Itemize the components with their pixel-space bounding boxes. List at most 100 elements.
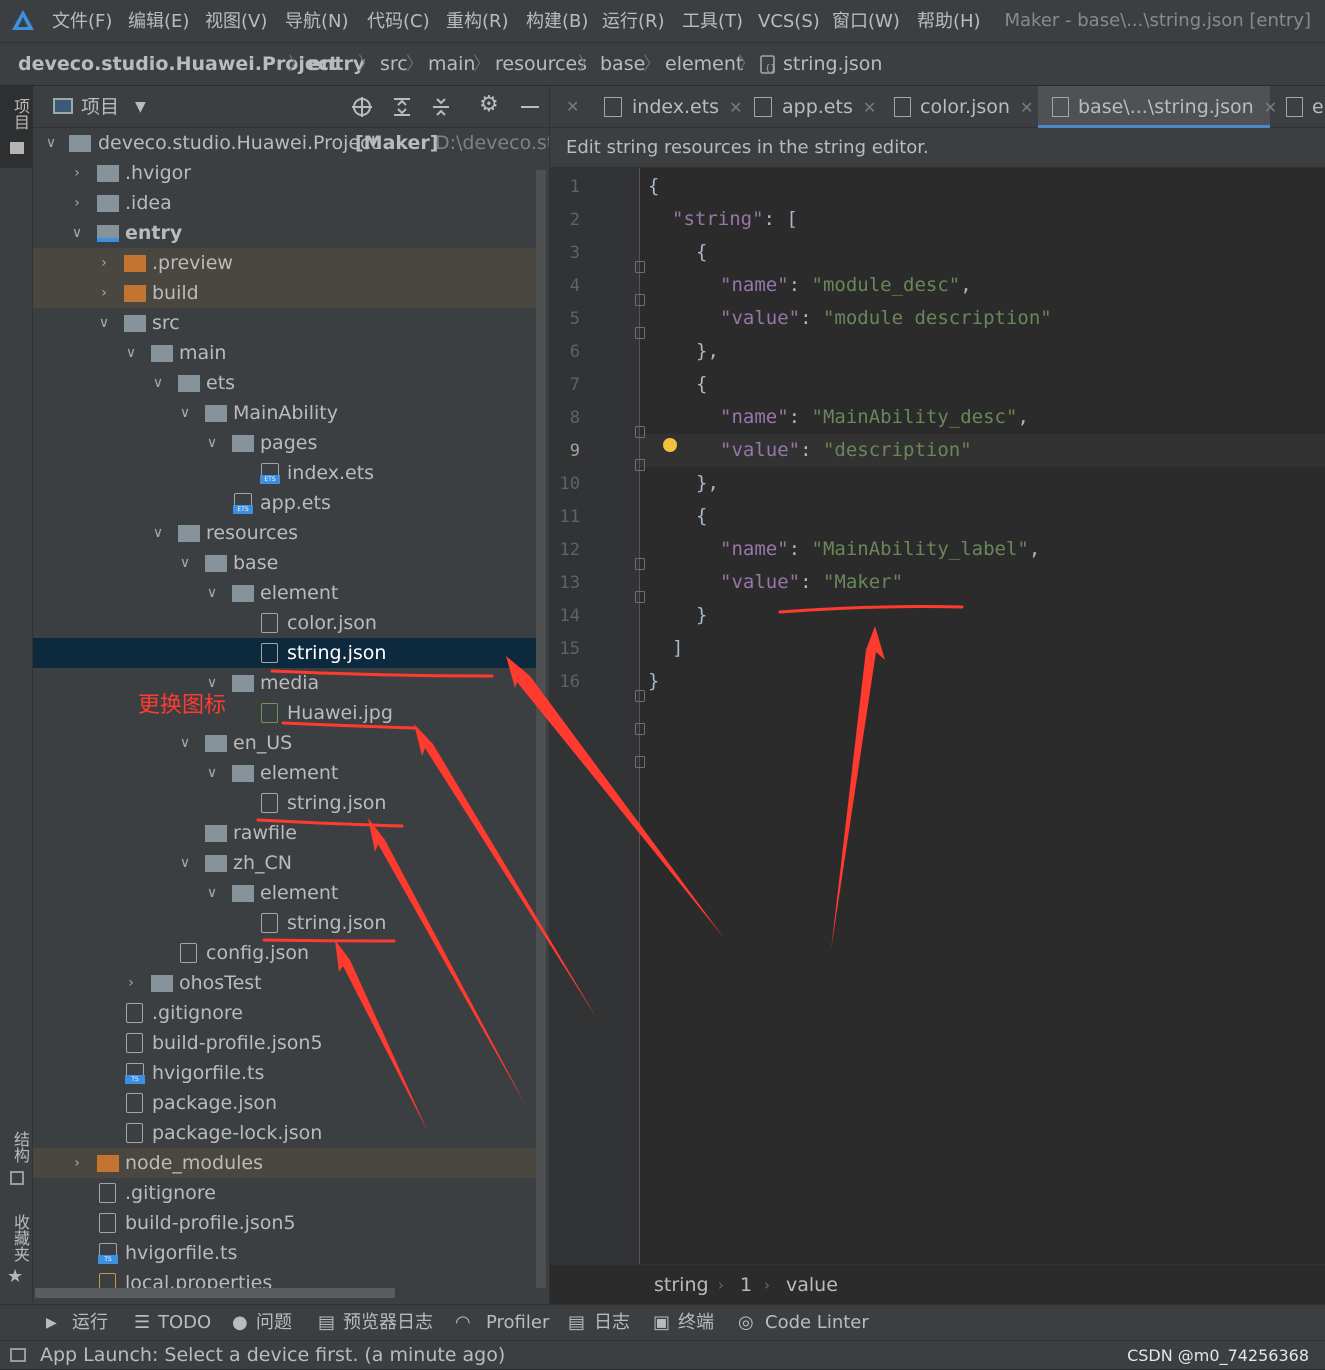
excluded-folder-icon (124, 285, 146, 302)
tab-overflow[interactable]: er (1276, 86, 1325, 128)
menu-vcs[interactable]: VCS(S) (758, 0, 820, 43)
tree-item-entry-package-json[interactable]: package.json (33, 1088, 538, 1118)
menu-help[interactable]: 帮助(H) (917, 0, 981, 43)
close-icon[interactable]: ✕ (566, 86, 579, 128)
crumb-string-json[interactable]: string.json (783, 43, 882, 86)
todo-tool-button[interactable]: TODO (158, 1305, 211, 1341)
menu-run[interactable]: 运行(R) (602, 0, 665, 43)
log-tool-button[interactable]: 日志 (594, 1305, 630, 1341)
tree-item-pages[interactable]: ∨ pages (33, 428, 538, 458)
tree-item-ets[interactable]: ∨ ets (33, 368, 538, 398)
problems-tool-button[interactable]: 问题 (256, 1305, 292, 1341)
close-icon[interactable]: ✕ (729, 98, 742, 117)
annotation-label: 更换图标 (138, 693, 227, 718)
tree-item-build[interactable]: › build (33, 278, 538, 308)
json-file-icon (1286, 97, 1303, 117)
terminal-tool-button[interactable]: 终端 (678, 1305, 714, 1341)
close-icon[interactable]: ✕ (1020, 98, 1033, 117)
project-panel-title[interactable]: 项目 (81, 86, 119, 128)
menu-refactor[interactable]: 重构(R) (446, 0, 509, 43)
menu-file[interactable]: 文件(F) (52, 0, 112, 43)
tab-app-ets[interactable]: app.ets ✕ (742, 86, 876, 128)
tree-item-project-root[interactable]: ∨ deveco.studio.Huawei.Project [Maker] D… (33, 128, 549, 158)
editor-crumb[interactable]: string (654, 1265, 709, 1305)
tree-item-ohostest[interactable]: › ohosTest (33, 968, 538, 998)
tree-item-idea[interactable]: › .idea (33, 188, 538, 218)
tree-item-mainability[interactable]: ∨ MainAbility (33, 398, 538, 428)
tree-item-node-modules[interactable]: › node_modules (33, 1148, 538, 1178)
tree-item-zh-cn-element[interactable]: ∨ element (33, 878, 538, 908)
tree-item-root-hvigorfile[interactable]: TS hvigorfile.ts (33, 1238, 538, 1268)
menu-edit[interactable]: 编辑(E) (128, 0, 189, 43)
editor-crumb[interactable]: 1 (740, 1265, 752, 1305)
tree-item-zh-cn[interactable]: ∨ zh_CN (33, 848, 538, 878)
profiler-tool-button[interactable]: Profiler (486, 1305, 549, 1341)
menu-window[interactable]: 窗口(W) (832, 0, 900, 43)
folder-icon (97, 165, 119, 182)
menu-navigate[interactable]: 导航(N) (285, 0, 349, 43)
crumb-element[interactable]: element (665, 43, 743, 86)
tree-item-entry-hvigorfile[interactable]: TS hvigorfile.ts (33, 1058, 538, 1088)
tree-item-entry-package-lock[interactable]: package-lock.json (33, 1118, 538, 1148)
tree-item-entry[interactable]: ∨ entry (33, 218, 538, 248)
status-message[interactable]: App Launch: Select a device first. (a mi… (40, 1341, 505, 1370)
code-linter-tool-button[interactable]: Code Linter (765, 1305, 869, 1341)
menu-code[interactable]: 代码(C) (367, 0, 430, 43)
previewer-log-tool-button[interactable]: 预览器日志 (343, 1305, 433, 1341)
menu-view[interactable]: 视图(V) (205, 0, 267, 43)
code-line-16: } (648, 670, 660, 692)
tree-item-base[interactable]: ∨ base (33, 548, 538, 578)
tree-item-entry-gitignore[interactable]: .gitignore (33, 998, 538, 1028)
tree-item-main[interactable]: ∨ main (33, 338, 538, 368)
tree-item-rawfile[interactable]: rawfile (33, 818, 538, 848)
tree-item-media[interactable]: ∨ media (33, 668, 538, 698)
crumb-src[interactable]: src (380, 43, 408, 86)
tree-item-root-build-profile[interactable]: build-profile.json5 (33, 1208, 538, 1238)
tree-item-app-ets[interactable]: ETS app.ets (33, 488, 538, 518)
code-text-area[interactable]: { "string": [ { "name": "module_desc", "… (640, 168, 1325, 1264)
tree-item-config-json[interactable]: config.json (33, 938, 538, 968)
tree-item-color-json[interactable]: color.json (33, 608, 538, 638)
structure-tool-label[interactable]: 结构 (8, 1131, 32, 1163)
tree-item-en-us[interactable]: ∨ en_US (33, 728, 538, 758)
tree-item-hvigor[interactable]: › .hvigor (33, 158, 538, 188)
json-file-icon (261, 793, 278, 813)
close-icon[interactable]: ✕ (863, 98, 876, 117)
menu-build[interactable]: 构建(B) (526, 0, 588, 43)
minimize-icon[interactable] (521, 106, 539, 108)
tree-item-string-json-selected[interactable]: string.json (33, 638, 538, 668)
expand-all-icon[interactable] (391, 96, 413, 118)
tree-item-src[interactable]: ∨ src (33, 308, 538, 338)
tree-item-resources[interactable]: ∨ resources (33, 518, 538, 548)
tree-item-zh-cn-string-json[interactable]: string.json (33, 908, 538, 938)
tree-item-en-us-string-json[interactable]: string.json (33, 788, 538, 818)
tree-item-preview[interactable]: › .preview (33, 248, 538, 278)
panel-toggle-icon[interactable] (10, 1348, 26, 1362)
tree-item-entry-build-profile[interactable]: build-profile.json5 (33, 1028, 538, 1058)
crumb-resources[interactable]: resources (495, 43, 587, 86)
tab-base-string-json[interactable]: base\...\string.json ✕ (1038, 86, 1277, 128)
code-line-3: { (696, 241, 708, 263)
tree-item-local-properties[interactable]: local.properties (33, 1268, 538, 1288)
crumb-entry[interactable]: entry (308, 43, 365, 86)
editor-crumb[interactable]: value (786, 1265, 838, 1305)
run-tool-button[interactable]: 运行 (72, 1305, 108, 1341)
project-tool-button[interactable]: 项目 (0, 86, 33, 168)
tree-horizontal-scrollbar[interactable] (35, 1288, 395, 1298)
tree-item-root-gitignore[interactable]: .gitignore (33, 1178, 538, 1208)
tree-item-index-ets[interactable]: ETS index.ets (33, 458, 538, 488)
collapse-all-icon[interactable] (430, 96, 452, 118)
crumb-main[interactable]: main (428, 43, 475, 86)
locate-icon[interactable] (351, 96, 373, 118)
tree-item-en-us-element[interactable]: ∨ element (33, 758, 538, 788)
gear-icon[interactable]: ⚙ (479, 92, 499, 117)
crumb-base[interactable]: base (600, 43, 645, 86)
chevron-down-icon[interactable]: ▼ (135, 86, 146, 128)
favorites-tool-label[interactable]: 收藏夹 (8, 1214, 32, 1262)
menu-tools[interactable]: 工具(T) (682, 0, 743, 43)
tree-vertical-scrollbar[interactable] (536, 170, 546, 1288)
tab-color-json[interactable]: color.json ✕ (880, 86, 1035, 128)
tree-item-element[interactable]: ∨ element (33, 578, 538, 608)
tab-index-ets[interactable]: index.ets ✕ (592, 86, 742, 128)
tree-item-huawei-jpg[interactable]: Huawei.jpg (33, 698, 538, 728)
